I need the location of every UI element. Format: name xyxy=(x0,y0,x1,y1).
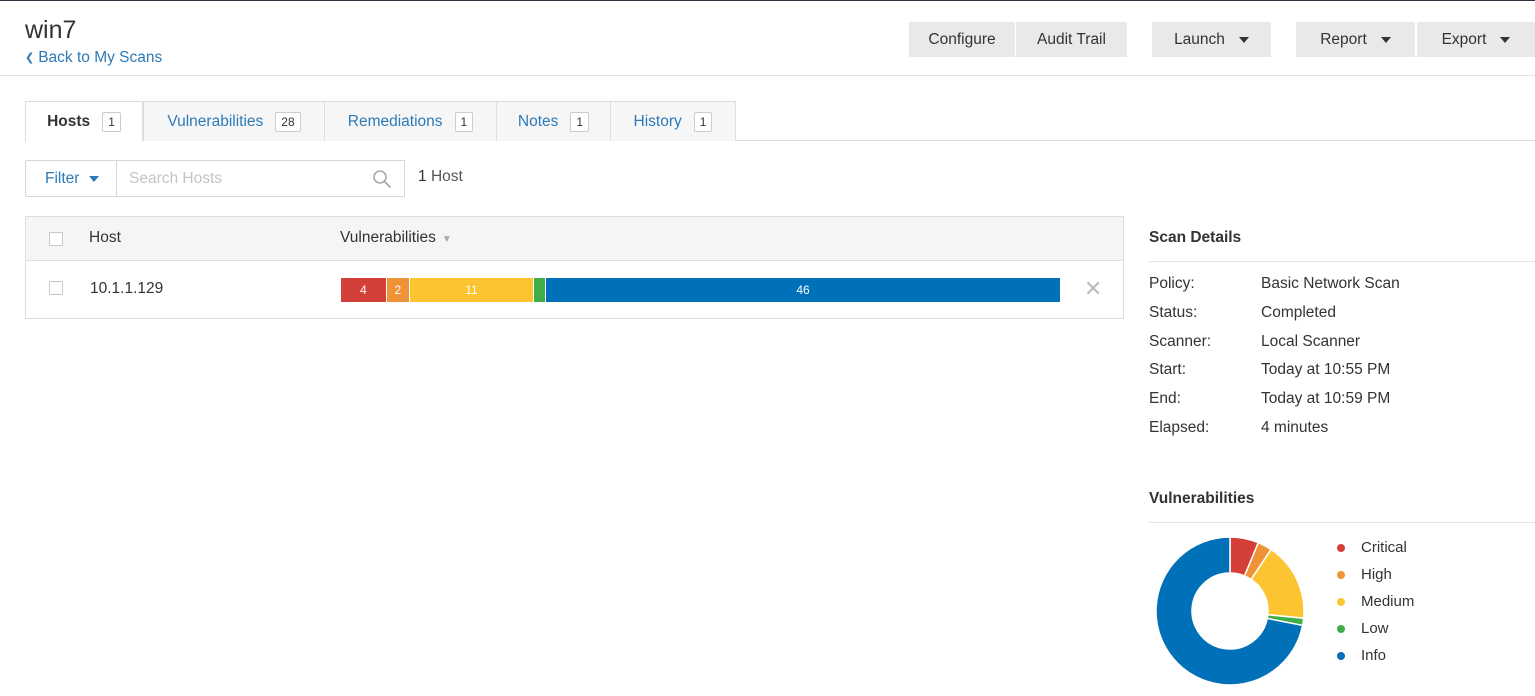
column-header-host[interactable]: Host xyxy=(89,229,121,247)
detail-label-end: End: xyxy=(1149,390,1181,407)
export-button[interactable]: Export xyxy=(1417,22,1535,57)
legend-label: High xyxy=(1361,566,1392,583)
detail-label-elapsed: Elapsed: xyxy=(1149,419,1210,436)
scan-details-title: Scan Details xyxy=(1149,229,1242,246)
caret-down-icon xyxy=(1380,36,1391,43)
row-checkbox[interactable] xyxy=(49,281,63,295)
tab-label: Vulnerabilities xyxy=(167,112,264,130)
severity-segment-medium[interactable]: 11 xyxy=(410,278,533,302)
vulnerabilities-donut-chart[interactable] xyxy=(1156,537,1304,685)
report-label: Report xyxy=(1320,30,1367,48)
chevron-left-icon: ❮ xyxy=(25,52,35,64)
legend-item-critical[interactable]: Critical xyxy=(1337,539,1407,556)
back-to-my-scans-link[interactable]: ❮ Back to My Scans xyxy=(25,49,162,67)
scan-details-divider xyxy=(1149,261,1535,262)
high-dot-icon xyxy=(1337,570,1345,579)
tab-label: Notes xyxy=(517,112,559,130)
tab-count-badge: 1 xyxy=(102,112,121,132)
tab-count-badge: 1 xyxy=(454,111,474,132)
launch-label: Launch xyxy=(1174,30,1225,48)
audit-trail-button[interactable]: Audit Trail xyxy=(1016,22,1127,57)
tab-count-badge: 1 xyxy=(570,111,590,132)
export-label: Export xyxy=(1441,30,1487,48)
tab-label: Hosts xyxy=(47,113,91,130)
search-hosts-input[interactable] xyxy=(116,160,405,197)
severity-segment-info[interactable]: 46 xyxy=(546,278,1060,302)
legend-label: Critical xyxy=(1361,539,1407,556)
tab-label: Remediations xyxy=(347,112,443,130)
vulnerabilities-divider xyxy=(1149,522,1535,523)
configure-button[interactable]: Configure xyxy=(909,22,1015,57)
detail-label-start: Start: xyxy=(1149,361,1187,378)
detail-value-end: Today at 10:59 PM xyxy=(1261,390,1391,407)
severity-segment-critical[interactable]: 4 xyxy=(341,278,386,302)
tab-notes[interactable]: Notes 1 xyxy=(496,101,611,141)
hosts-table: Host Vulnerabilities ▼ 10.1.1.129 4 2 11 46 … xyxy=(25,216,1124,319)
tab-vulnerabilities[interactable]: Vulnerabilities 28 xyxy=(143,101,325,141)
legend-item-medium[interactable]: Medium xyxy=(1337,593,1414,610)
tab-history[interactable]: History 1 xyxy=(610,101,736,141)
low-dot-icon xyxy=(1337,624,1345,633)
medium-dot-icon xyxy=(1337,597,1345,606)
legend-item-low[interactable]: Low xyxy=(1337,620,1389,637)
detail-value-elapsed: 4 minutes xyxy=(1261,419,1329,436)
page-header: win7 ❮ Back to My Scans Configure Audit T… xyxy=(0,1,1535,76)
filter-dropdown-button[interactable]: Filter xyxy=(25,160,117,197)
detail-label-scanner: Scanner: xyxy=(1149,333,1212,350)
search-icon[interactable] xyxy=(372,169,392,189)
tab-label: History xyxy=(633,112,682,130)
remove-host-icon[interactable]: ✕ xyxy=(1084,277,1102,301)
severity-segment-low[interactable] xyxy=(533,278,546,302)
host-count-text: 1 Host xyxy=(418,168,463,186)
caret-down-icon xyxy=(1238,36,1249,43)
tab-count-badge: 28 xyxy=(275,111,301,132)
caret-down-icon xyxy=(89,175,100,182)
vulnerabilities-chart-title: Vulnerabilities xyxy=(1149,490,1255,507)
tab-hosts[interactable]: Hosts 1 xyxy=(25,101,143,142)
detail-value-policy: Basic Network Scan xyxy=(1261,275,1400,292)
critical-dot-icon xyxy=(1337,543,1345,552)
legend-item-info[interactable]: Info xyxy=(1337,647,1386,664)
detail-value-scanner: Local Scanner xyxy=(1261,333,1361,350)
legend-item-high[interactable]: High xyxy=(1337,566,1392,583)
page-title: win7 xyxy=(25,16,77,44)
detail-value-status: Completed xyxy=(1261,304,1336,321)
filter-label: Filter xyxy=(45,169,80,187)
legend-label: Medium xyxy=(1361,593,1415,610)
back-link-label: Back to My Scans xyxy=(38,49,163,66)
launch-button[interactable]: Launch xyxy=(1152,22,1271,57)
column-header-vulnerabilities[interactable]: Vulnerabilities ▼ xyxy=(340,229,452,247)
tab-count-badge: 1 xyxy=(693,111,713,132)
vulnerability-severity-bar[interactable]: 4 2 11 46 xyxy=(341,278,1060,302)
caret-down-icon xyxy=(1500,36,1511,43)
legend-label: Low xyxy=(1361,620,1389,637)
detail-value-start: Today at 10:55 PM xyxy=(1261,361,1391,378)
tab-remediations[interactable]: Remediations 1 xyxy=(324,101,497,141)
detail-label-status: Status: xyxy=(1149,304,1198,321)
column-header-label: Vulnerabilities xyxy=(340,229,436,246)
sort-descending-icon: ▼ xyxy=(441,234,452,245)
configure-label: Configure xyxy=(928,30,996,48)
legend-label: Info xyxy=(1361,647,1387,664)
detail-label-policy: Policy: xyxy=(1149,275,1195,292)
severity-segment-high[interactable]: 2 xyxy=(386,278,410,302)
host-count-word: Host xyxy=(430,168,463,185)
select-all-checkbox[interactable] xyxy=(49,232,63,246)
report-button[interactable]: Report xyxy=(1296,22,1415,57)
info-dot-icon xyxy=(1337,651,1345,660)
host-ip[interactable]: 10.1.1.129 xyxy=(90,280,163,298)
audit-trail-label: Audit Trail xyxy=(1037,30,1106,48)
table-header: Host Vulnerabilities ▼ xyxy=(26,217,1123,261)
host-count-number: 1 xyxy=(418,168,427,185)
